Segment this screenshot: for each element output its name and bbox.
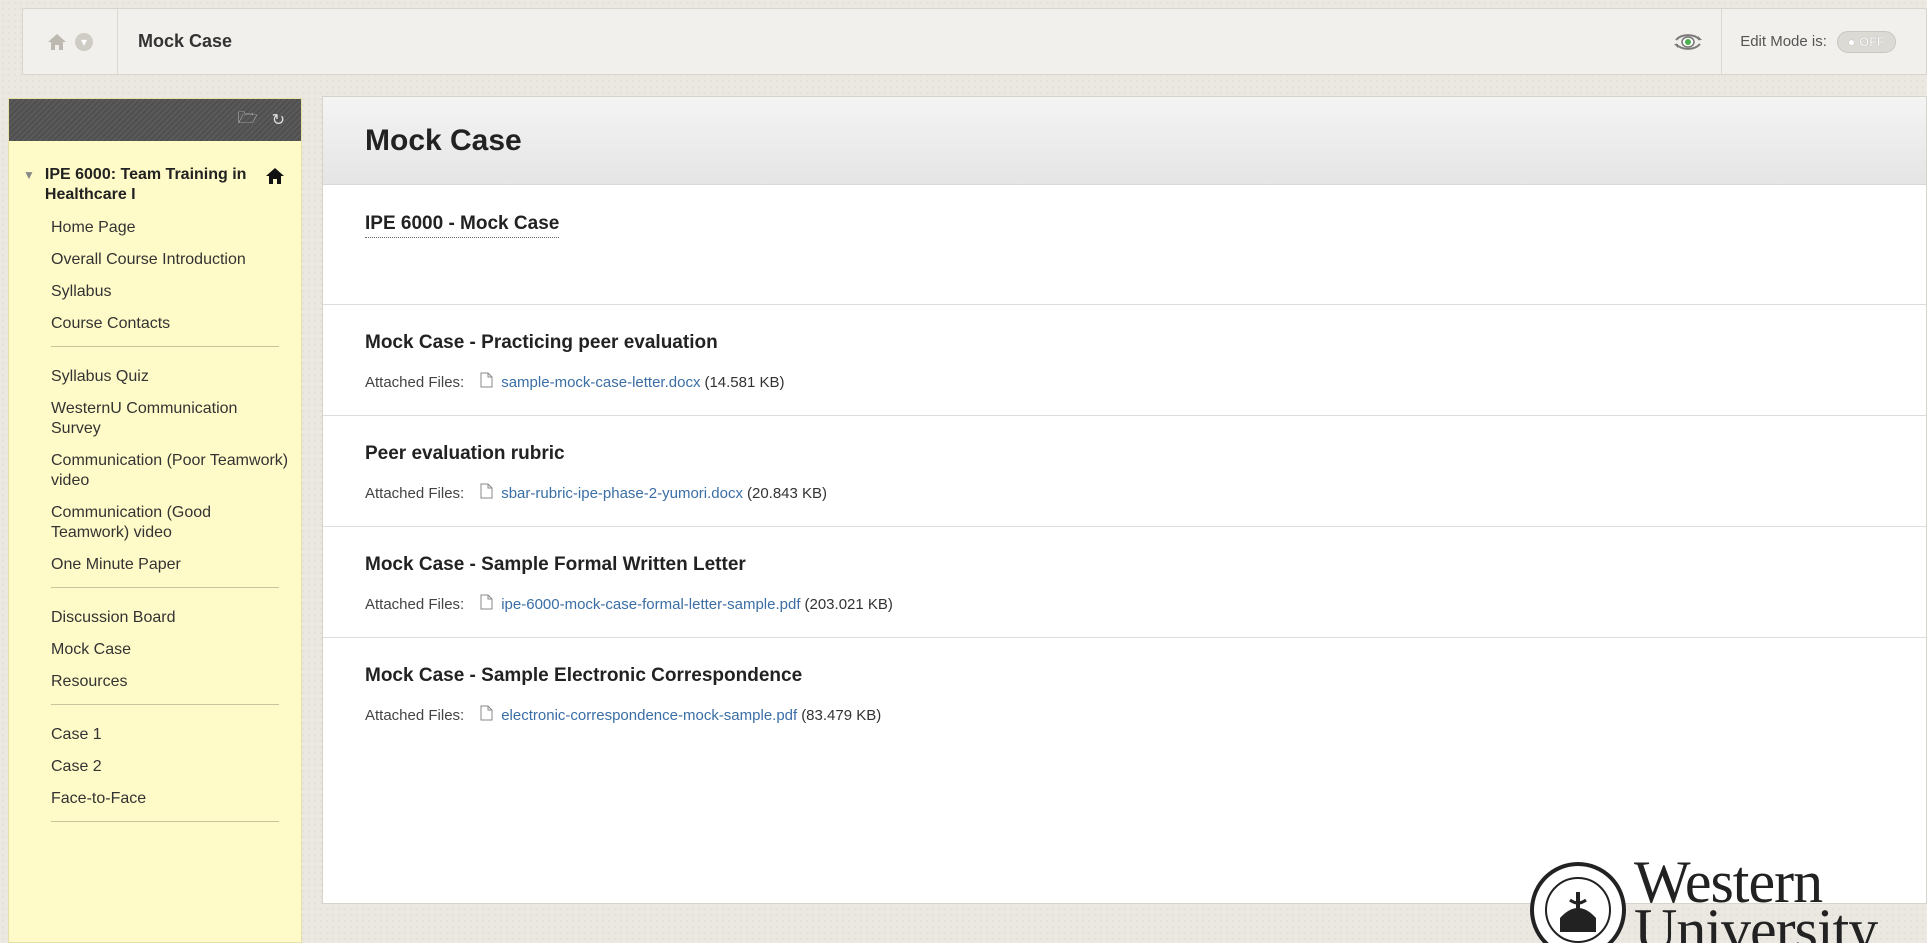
content-item: Peer evaluation rubric Attached Files: sba… (323, 416, 1926, 527)
university-seal-icon (1530, 862, 1626, 943)
course-menu: 🗁 ↻ ▼ IPE 6000: Team Training in Healthc… (8, 98, 302, 943)
sidebar-item[interactable]: One Minute Paper (9, 555, 301, 575)
file-link[interactable]: ipe-6000-mock-case-formal-letter-sample.… (501, 596, 800, 613)
menu-group: Discussion Board Mock Case Resources (9, 588, 301, 692)
content-list: IPE 6000 - Mock Case Mock Case - Practici… (323, 185, 1926, 749)
content-item: Mock Case - Sample Electronic Correspond… (323, 638, 1926, 749)
attached-files-label: Attached Files: (365, 484, 465, 502)
breadcrumb-current: Mock Case (138, 31, 233, 51)
document-icon (480, 372, 493, 392)
content-area: Mock Case IPE 6000 - Mock Case Mock Case … (322, 96, 1927, 904)
file-link[interactable]: sample-mock-case-letter.docx (501, 374, 700, 391)
refresh-icon[interactable]: ↻ (272, 110, 285, 130)
file-link[interactable]: sbar-rubric-ipe-phase-2-yumori.docx (501, 485, 743, 502)
course-title-row[interactable]: ▼ IPE 6000: Team Training in Healthcare … (9, 141, 301, 205)
sidebar-item[interactable]: Case 2 (9, 757, 301, 777)
sidebar-item[interactable]: Course Contacts (9, 314, 301, 334)
sidebar-item[interactable]: Home Page (9, 218, 301, 238)
sidebar-item[interactable]: Face-to-Face (9, 789, 301, 809)
course-home-icon[interactable] (265, 167, 285, 190)
attached-files: Attached Files: sample-mock-case-letter.d… (365, 372, 1926, 392)
sidebar-item[interactable]: Syllabus Quiz (9, 367, 301, 387)
course-menu-toolbar: 🗁 ↻ (9, 99, 301, 141)
page-title: Mock Case (365, 123, 522, 157)
logo-wordmark: Western University (1634, 858, 1878, 943)
student-preview-icon[interactable] (1654, 9, 1723, 74)
file-size: (203.021 KB) (804, 595, 893, 613)
file-link[interactable]: electronic-correspondence-mock-sample.pd… (501, 707, 797, 724)
edit-mode: Edit Mode is: ● OFF (1722, 30, 1926, 53)
sidebar-item[interactable]: Syllabus (9, 282, 301, 302)
sidebar-item[interactable]: WesternU Communication Survey (9, 399, 301, 439)
collapse-triangle-icon[interactable]: ▼ (23, 168, 35, 182)
home-icon[interactable] (47, 33, 67, 51)
menu-divider (51, 821, 279, 822)
edit-mode-state: OFF (1859, 34, 1885, 49)
attached-files-label: Attached Files: (365, 373, 465, 391)
file-size: (20.843 KB) (746, 484, 828, 502)
file-size: (14.581 KB) (704, 373, 785, 391)
breadcrumb-bar: ▾ Mock Case Edit Mode is: ● OFF (22, 8, 1927, 75)
edit-mode-label: Edit Mode is: (1740, 33, 1827, 50)
chevron-down-icon[interactable]: ▾ (75, 32, 93, 51)
course-menu-list: Home Page Overall Course Introduction Syll… (9, 205, 301, 822)
sidebar-item[interactable]: Case 1 (9, 725, 301, 745)
folder-view-icon[interactable]: 🗁 (238, 107, 258, 134)
sidebar-item[interactable]: Discussion Board (9, 608, 301, 628)
menu-group: Case 1 Case 2 Face-to-Face (9, 705, 301, 809)
sidebar-item[interactable]: Overall Course Introduction (9, 250, 301, 270)
sidebar-item[interactable]: Communication (Good Teamwork) video (9, 503, 301, 543)
western-university-logo: Western University (1530, 858, 1927, 943)
content-item: IPE 6000 - Mock Case (323, 185, 1926, 305)
document-icon (480, 705, 493, 725)
document-icon (480, 483, 493, 503)
content-item: Mock Case - Sample Formal Written Letter… (323, 527, 1926, 638)
menu-group: Syllabus Quiz WesternU Communication Surv… (9, 347, 301, 575)
sidebar-item[interactable]: Mock Case (9, 640, 301, 660)
menu-group: Home Page Overall Course Introduction Syll… (9, 205, 301, 334)
content-header: Mock Case (323, 97, 1926, 185)
attached-files: Attached Files: sbar-rubric-ipe-phase-2-y… (365, 483, 1926, 503)
edit-mode-toggle[interactable]: ● OFF (1836, 30, 1896, 53)
content-item-title: Mock Case - Sample Formal Written Letter (365, 554, 746, 575)
content-item-title: Peer evaluation rubric (365, 443, 565, 464)
content-item-title[interactable]: IPE 6000 - Mock Case (365, 213, 560, 238)
attached-files-label: Attached Files: (365, 595, 465, 613)
content-item: Mock Case - Practicing peer evaluation At… (323, 305, 1926, 416)
file-size: (83.479 KB) (801, 706, 882, 724)
document-icon (480, 594, 493, 614)
attached-files: Attached Files: electronic-correspondence… (365, 705, 1926, 725)
sidebar-item[interactable]: Communication (Poor Teamwork) video (9, 451, 301, 491)
attached-files-label: Attached Files: (365, 706, 465, 724)
course-title[interactable]: IPE 6000: Team Training in Healthcare I (45, 165, 255, 205)
content-item-title: Mock Case - Sample Electronic Correspond… (365, 665, 803, 686)
logo-line2: University (1634, 897, 1878, 943)
sidebar-item[interactable]: Resources (9, 672, 301, 692)
breadcrumb-icons: ▾ (23, 9, 118, 74)
content-item-title: Mock Case - Practicing peer evaluation (365, 332, 718, 353)
attached-files: Attached Files: ipe-6000-mock-case-formal… (365, 594, 1926, 614)
